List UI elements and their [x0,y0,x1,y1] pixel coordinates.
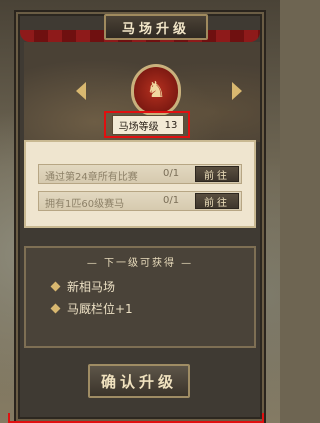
left-arrow-icon[interactable] [76,82,86,100]
requirements-scroll: 通过第24章所有比赛 0/1 前往 拥有1匹60级赛马 0/1 前往 [24,140,256,228]
requirement-count: 0/1 [163,168,180,179]
confirm-upgrade-button[interactable]: 确认升级 [88,364,190,398]
goto-button[interactable]: 前往 [195,166,239,182]
horse-emblem-icon: ♞ [131,64,181,116]
gem-bullet-icon [50,281,61,292]
requirement-row: 通过第24章所有比赛 0/1 前往 [38,164,242,184]
goto-button[interactable]: 前往 [195,193,239,209]
requirement-text: 拥有1匹60级赛马 [45,199,125,210]
reward-title: — 下一级可获得 — [86,258,194,269]
bottom-highlight-box [8,413,264,423]
requirement-text: 通过第24章所有比赛 [45,172,138,183]
reward-text: 马厩栏位+1 [67,302,133,316]
gem-bullet-icon [50,303,61,314]
requirement-row: 拥有1匹60级赛马 0/1 前往 [38,191,242,211]
reward-text: 新相马场 [67,280,116,294]
right-arrow-icon[interactable] [232,82,242,100]
reward-item: 新相马场 [50,278,116,295]
reward-item: 马厩栏位+1 [50,300,133,317]
requirement-count: 0/1 [163,195,180,206]
level-highlight-box [104,111,190,138]
panel-title: 马场升级 [104,14,208,40]
reward-box: — 下一级可获得 — 新相马场 马厩栏位+1 [24,246,256,348]
